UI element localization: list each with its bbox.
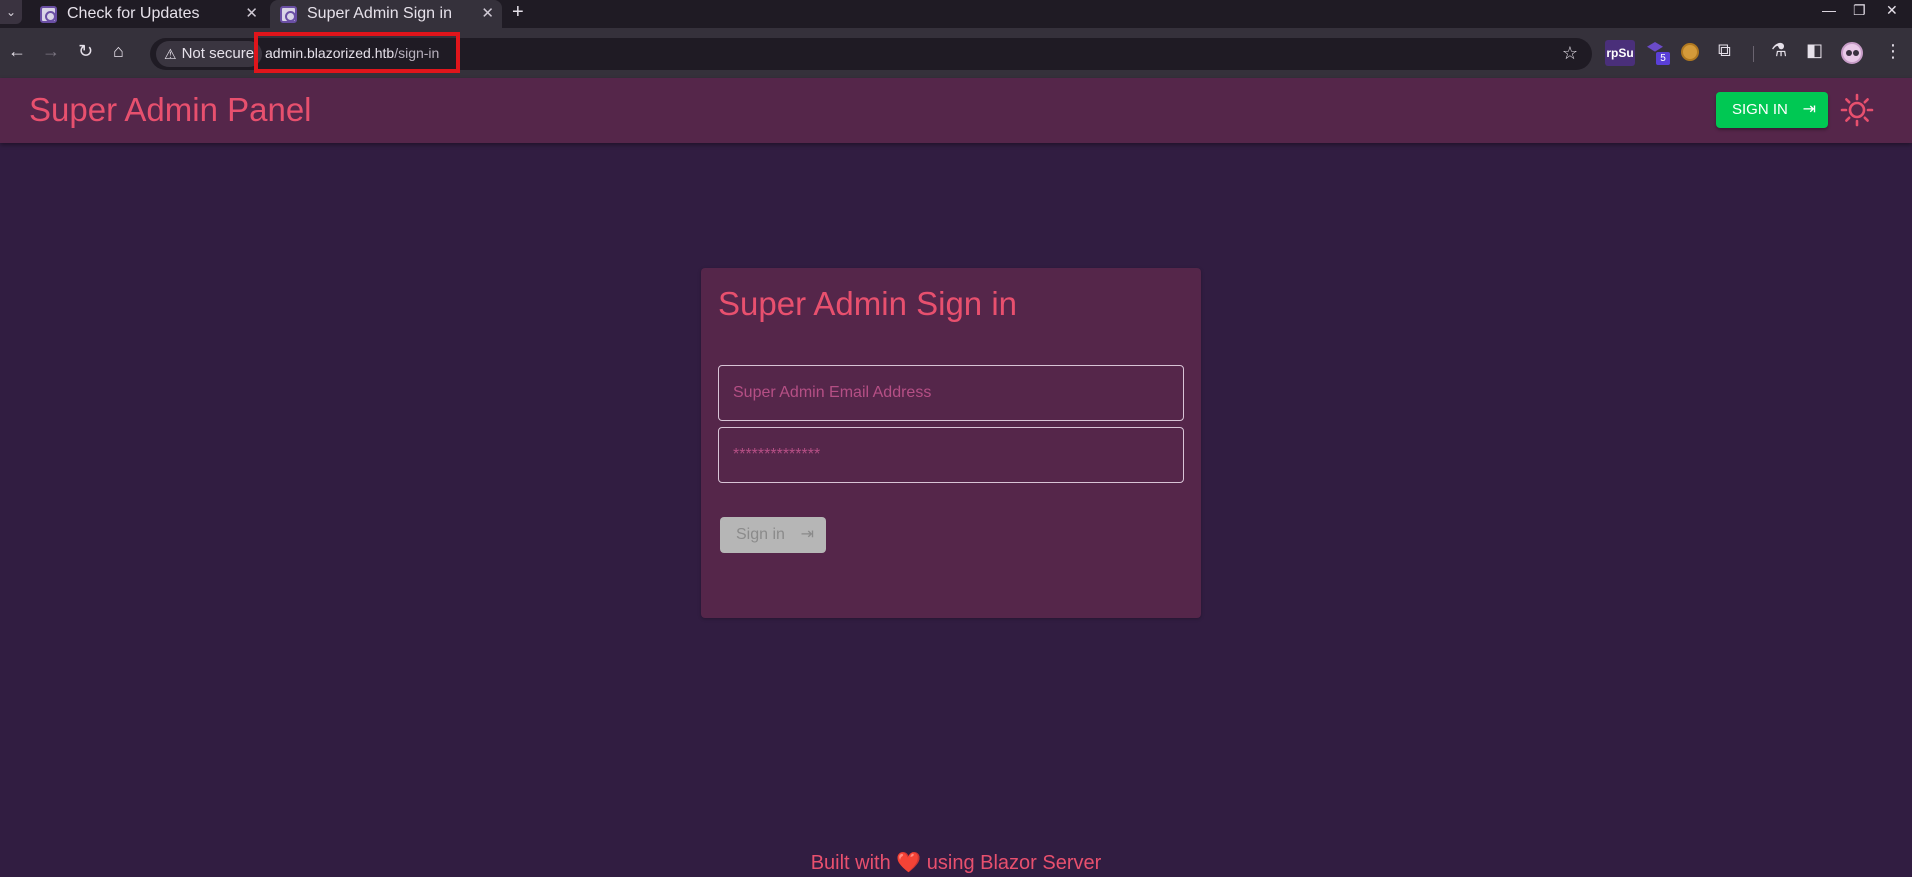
footer-suffix: using Blazor Server	[926, 852, 1102, 874]
appbar-sign-in-button[interactable]: SIGN IN ⇥	[1716, 92, 1828, 128]
tab-check-for-updates[interactable]: Check for Updates ✕	[30, 0, 266, 28]
sign-in-submit-label: Sign in	[736, 526, 785, 543]
url-highlight-box	[254, 32, 460, 73]
new-tab-plus-icon[interactable]: +	[512, 1, 524, 24]
tab-title: Super Admin Sign in	[307, 5, 452, 22]
warning-triangle-icon: ⚠	[164, 46, 177, 62]
login-icon: ⇥	[800, 526, 814, 543]
profile-avatar[interactable]	[1841, 42, 1863, 64]
minimize-icon[interactable]: —	[1822, 2, 1836, 18]
restore-icon[interactable]: ❐	[1853, 2, 1866, 19]
footer: Built with ❤️ using Blazor Server	[0, 850, 1912, 875]
forward-arrow-icon[interactable]: →	[42, 41, 60, 61]
reload-icon[interactable]: ↻	[78, 41, 93, 61]
bookmark-star-icon[interactable]: ☆	[1562, 43, 1578, 64]
browser-tab-strip: ⌄ Check for Updates ✕ Super Admin Sign i…	[0, 0, 1912, 28]
back-arrow-icon[interactable]: ←	[8, 41, 26, 61]
kebab-menu-icon[interactable]: ⋮	[1884, 41, 1902, 62]
tab-super-admin-sign-in[interactable]: Super Admin Sign in ✕	[270, 0, 502, 28]
toolbar-divider	[1753, 46, 1754, 62]
theme-toggle-sun-icon[interactable]	[1840, 93, 1874, 127]
tab-search-chevron-icon[interactable]: ⌄	[0, 0, 22, 24]
password-field[interactable]	[718, 427, 1184, 483]
window-close-icon[interactable]: ✕	[1886, 2, 1898, 19]
extension-graduation-cap-icon[interactable]: 5	[1645, 42, 1671, 65]
app-title: Super Admin Panel	[29, 91, 312, 128]
footer-prefix: Built with	[810, 852, 891, 874]
sign-in-card: Super Admin Sign in Sign in ⇥	[701, 268, 1201, 618]
email-field[interactable]	[718, 365, 1184, 421]
extension-rpsu-icon[interactable]: rpSu	[1605, 40, 1635, 66]
address-bar[interactable]: ⚠ Not secure admin.blazorized.htb/sign-i…	[150, 32, 1592, 73]
extension-badge-count: 5	[1656, 52, 1670, 65]
extension-cookie-icon[interactable]	[1681, 43, 1699, 61]
heart-icon: ❤️	[896, 852, 922, 874]
home-icon[interactable]: ⌂	[113, 41, 124, 61]
card-title: Super Admin Sign in	[718, 285, 1018, 322]
labs-flask-icon[interactable]: ⚗	[1771, 40, 1787, 62]
sign-in-label: SIGN IN	[1732, 101, 1788, 118]
login-icon: ⇥	[1802, 101, 1816, 118]
tab-title: Check for Updates	[67, 5, 200, 22]
tab-favicon-icon	[40, 5, 57, 23]
tab-close-icon[interactable]: ✕	[245, 4, 258, 22]
sign-in-submit-button[interactable]: Sign in ⇥	[720, 517, 826, 553]
security-label: Not secure	[181, 45, 255, 62]
tab-close-icon[interactable]: ✕	[481, 4, 494, 22]
security-chip[interactable]: ⚠ Not secure	[156, 41, 263, 67]
tab-favicon-icon	[280, 5, 297, 23]
side-panel-icon[interactable]: ◧	[1806, 40, 1823, 62]
browser-toolbar: ← → ↻ ⌂ ⚠ Not secure admin.blazorized.ht…	[0, 28, 1912, 78]
app-bar: Super Admin Panel SIGN IN ⇥	[0, 78, 1912, 143]
extensions-puzzle-icon[interactable]: ⧉	[1718, 40, 1731, 62]
